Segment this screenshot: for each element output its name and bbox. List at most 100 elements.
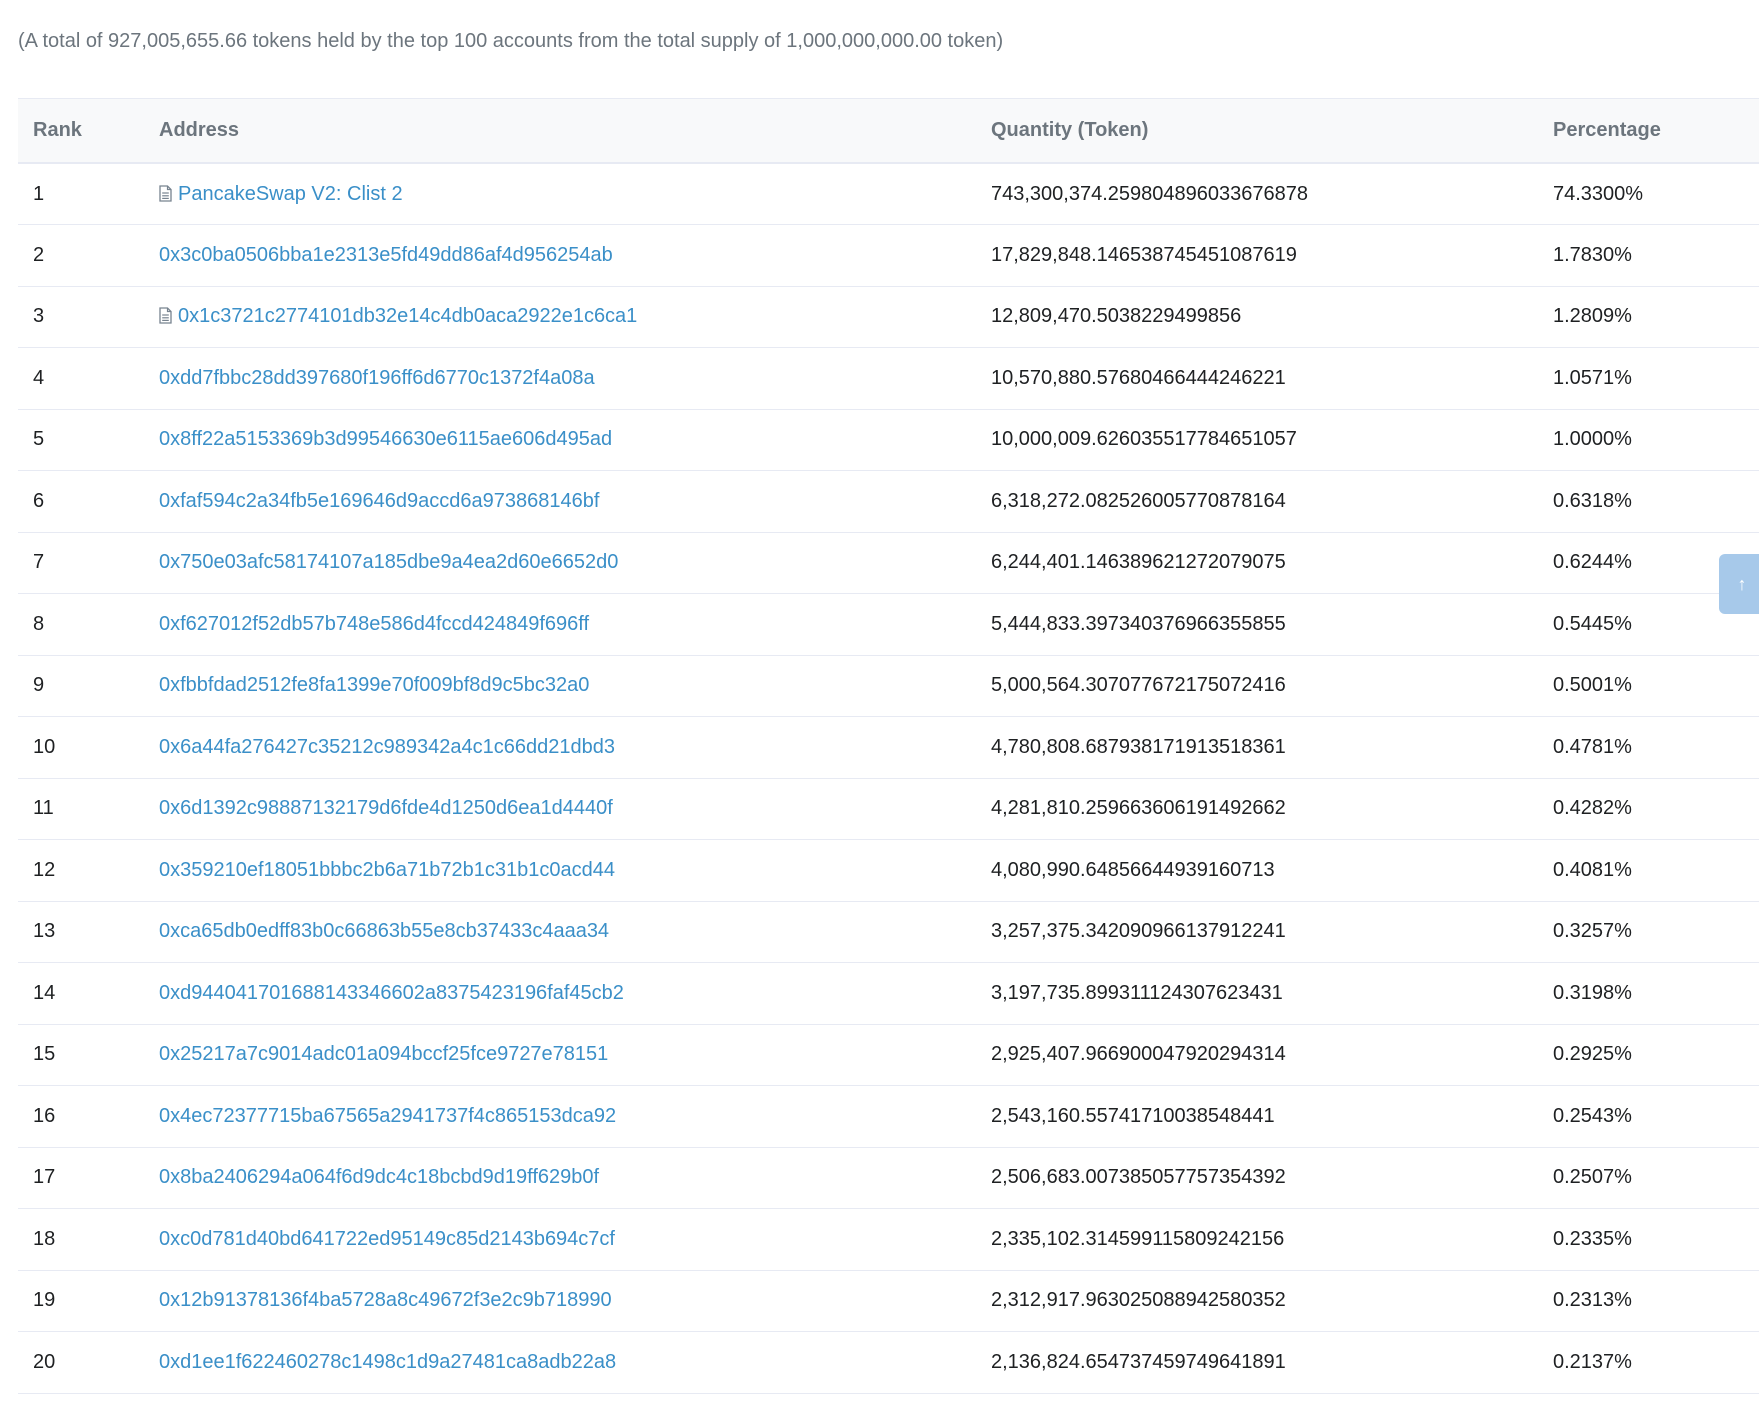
address-cell: 0x750e03afc58174107a185dbe9a4ea2d60e6652…: [144, 532, 976, 594]
table-row: 2 0x3c0ba0506bba1e2313e5fd49dd86af4d95625…: [18, 224, 1759, 287]
holder-address-link[interactable]: 0xd944041701688143346602a8375423196faf45…: [159, 982, 624, 1004]
address-cell: 0xca65db0edff83b0c66863b55e8cb37433c4aaa…: [144, 901, 976, 963]
holder-address-link[interactable]: 0x8ff22a5153369b3d99546630e6115ae606d495…: [159, 428, 612, 450]
percentage-cell: 0.2925%: [1538, 1024, 1759, 1086]
percentage-cell: 1.0571%: [1538, 347, 1759, 410]
quantity-cell: 2,335,102.314599115809242156: [976, 1208, 1538, 1271]
quantity-cell: 5,444,833.397340376966355855: [976, 593, 1538, 656]
rank-cell: 1: [18, 163, 144, 225]
table-row: 16 0x4ec72377715ba67565a2941737f4c865153d…: [18, 1085, 1759, 1148]
rank-cell: 20: [18, 1331, 144, 1394]
holder-address-link[interactable]: 0xfaf594c2a34fb5e169646d9accd6a973868146…: [159, 490, 599, 512]
table-row: 11 0x6d1392c98887132179d6fde4d1250d6ea1d4…: [18, 778, 1759, 840]
table-body: 1 PancakeSwap V2: Clist 2 743,300,374.2598…: [18, 163, 1759, 1394]
rank-cell: 3: [18, 286, 144, 348]
table-row: 9 0xfbbfdad2512fe8fa1399e70f009bf8d9c5bc3…: [18, 655, 1759, 717]
rank-cell: 15: [18, 1024, 144, 1086]
quantity-cell: 5,000,564.307077672175072416: [976, 655, 1538, 717]
holder-address-link[interactable]: 0xd1ee1f622460278c1498c1d9a27481ca8adb22…: [159, 1351, 616, 1373]
table-row: 6 0xfaf594c2a34fb5e169646d9accd6a97386814…: [18, 470, 1759, 533]
holder-address-link[interactable]: 0x6d1392c98887132179d6fde4d1250d6ea1d444…: [159, 797, 613, 819]
table-row: 8 0xf627012f52db57b748e586d4fccd424849f69…: [18, 593, 1759, 656]
scroll-to-top-button[interactable]: ↑: [1719, 554, 1759, 614]
table-row: 4 0xdd7fbbc28dd397680f196ff6d6770c1372f4a…: [18, 347, 1759, 410]
file-text-icon: [159, 307, 172, 324]
table-row: 14 0xd944041701688143346602a8375423196faf…: [18, 962, 1759, 1025]
table-row: 18 0xc0d781d40bd641722ed95149c85d2143b694…: [18, 1208, 1759, 1271]
quantity-cell: 6,244,401.146389621272079075: [976, 532, 1538, 594]
address-cell: 0x6a44fa276427c35212c989342a4c1c66dd21db…: [144, 716, 976, 779]
table-row: 13 0xca65db0edff83b0c66863b55e8cb37433c4a…: [18, 901, 1759, 963]
percentage-cell: 0.2335%: [1538, 1208, 1759, 1271]
table-row: 1 PancakeSwap V2: Clist 2 743,300,374.2598…: [18, 163, 1759, 225]
holder-address-link[interactable]: 0x12b91378136f4ba5728a8c49672f3e2c9b7189…: [159, 1289, 612, 1311]
header-rank: Rank: [18, 98, 144, 164]
address-cell: 0xc0d781d40bd641722ed95149c85d2143b694c7…: [144, 1208, 976, 1271]
table-row: 12 0x359210ef18051bbbc2b6a71b72b1c31b1c0a…: [18, 839, 1759, 902]
address-cell: 0x8ff22a5153369b3d99546630e6115ae606d495…: [144, 409, 976, 471]
holder-address-link[interactable]: 0x359210ef18051bbbc2b6a71b72b1c31b1c0acd…: [159, 859, 615, 881]
quantity-cell: 3,197,735.899311124307623431: [976, 962, 1538, 1025]
address-cell: 0xfaf594c2a34fb5e169646d9accd6a973868146…: [144, 470, 976, 533]
rank-cell: 9: [18, 655, 144, 717]
percentage-cell: 0.4282%: [1538, 778, 1759, 840]
holder-address-link[interactable]: 0x8ba2406294a064f6d9dc4c18bcbd9d19ff629b…: [159, 1166, 599, 1188]
holder-address-link[interactable]: 0x25217a7c9014adc01a094bccf25fce9727e781…: [159, 1043, 608, 1065]
rank-cell: 10: [18, 716, 144, 779]
header-quantity: Quantity (Token): [976, 98, 1538, 164]
holder-address-link[interactable]: 0x1c3721c2774101db32e14c4db0aca2922e1c6c…: [178, 305, 637, 327]
holder-address-link[interactable]: 0xf627012f52db57b748e586d4fccd424849f696…: [159, 613, 589, 635]
rank-cell: 13: [18, 901, 144, 963]
percentage-cell: 74.3300%: [1538, 163, 1759, 225]
quantity-cell: 3,257,375.342090966137912241: [976, 901, 1538, 963]
holder-address-link[interactable]: 0xc0d781d40bd641722ed95149c85d2143b694c7…: [159, 1228, 615, 1250]
address-cell: 0x4ec72377715ba67565a2941737f4c865153dca…: [144, 1085, 976, 1148]
address-cell: 0xd1ee1f622460278c1498c1d9a27481ca8adb22…: [144, 1331, 976, 1394]
quantity-cell: 743,300,374.259804896033676878: [976, 163, 1538, 225]
holder-address-link[interactable]: 0x6a44fa276427c35212c989342a4c1c66dd21db…: [159, 736, 615, 758]
token-holders-table: Rank Address Quantity (Token) Percentage…: [18, 98, 1759, 1394]
quantity-cell: 4,080,990.64856644939160713: [976, 839, 1538, 902]
rank-cell: 19: [18, 1270, 144, 1332]
arrow-up-icon: ↑: [1737, 574, 1747, 594]
address-cell: 0x12b91378136f4ba5728a8c49672f3e2c9b7189…: [144, 1270, 976, 1332]
address-cell: 0x8ba2406294a064f6d9dc4c18bcbd9d19ff629b…: [144, 1147, 976, 1209]
table-row: 7 0x750e03afc58174107a185dbe9a4ea2d60e665…: [18, 532, 1759, 594]
rank-cell: 7: [18, 532, 144, 594]
table-row: 20 0xd1ee1f622460278c1498c1d9a27481ca8adb…: [18, 1331, 1759, 1394]
rank-cell: 4: [18, 347, 144, 410]
percentage-cell: 0.2137%: [1538, 1331, 1759, 1394]
percentage-cell: 0.4781%: [1538, 716, 1759, 779]
quantity-cell: 2,543,160.55741710038548441: [976, 1085, 1538, 1148]
table-row: 15 0x25217a7c9014adc01a094bccf25fce9727e7…: [18, 1024, 1759, 1086]
address-cell: 0x3c0ba0506bba1e2313e5fd49dd86af4d956254…: [144, 224, 976, 287]
holder-address-link[interactable]: 0xca65db0edff83b0c66863b55e8cb37433c4aaa…: [159, 920, 609, 942]
rank-cell: 5: [18, 409, 144, 471]
rank-cell: 12: [18, 839, 144, 902]
quantity-cell: 2,925,407.966900047920294314: [976, 1024, 1538, 1086]
holder-address-link[interactable]: PancakeSwap V2: Clist 2: [178, 183, 403, 205]
quantity-cell: 4,780,808.687938171913518361: [976, 716, 1538, 779]
quantity-cell: 17,829,848.146538745451087619: [976, 224, 1538, 287]
table-row: 3 0x1c3721c2774101db32e14c4db0aca2922e1c6…: [18, 286, 1759, 348]
address-cell: 0xfbbfdad2512fe8fa1399e70f009bf8d9c5bc32…: [144, 655, 976, 717]
quantity-cell: 10,570,880.57680466444246221: [976, 347, 1538, 410]
rank-cell: 16: [18, 1085, 144, 1148]
address-cell: 0x1c3721c2774101db32e14c4db0aca2922e1c6c…: [144, 286, 976, 348]
holder-address-link[interactable]: 0x750e03afc58174107a185dbe9a4ea2d60e6652…: [159, 551, 618, 573]
address-cell: 0xd944041701688143346602a8375423196faf45…: [144, 962, 976, 1025]
rank-cell: 18: [18, 1208, 144, 1271]
quantity-cell: 12,809,470.5038229499856: [976, 286, 1538, 348]
holder-address-link[interactable]: 0x3c0ba0506bba1e2313e5fd49dd86af4d956254…: [159, 244, 613, 266]
percentage-cell: 1.7830%: [1538, 224, 1759, 287]
table-row: 10 0x6a44fa276427c35212c989342a4c1c66dd21…: [18, 716, 1759, 779]
header-percentage: Percentage: [1538, 98, 1759, 164]
quantity-cell: 2,136,824.654737459749641891: [976, 1331, 1538, 1394]
holder-address-link[interactable]: 0x4ec72377715ba67565a2941737f4c865153dca…: [159, 1105, 616, 1127]
percentage-cell: 1.2809%: [1538, 286, 1759, 348]
quantity-cell: 2,312,917.963025088942580352: [976, 1270, 1538, 1332]
holder-address-link[interactable]: 0xfbbfdad2512fe8fa1399e70f009bf8d9c5bc32…: [159, 674, 589, 696]
address-cell: PancakeSwap V2: Clist 2: [144, 163, 976, 225]
rank-cell: 6: [18, 470, 144, 533]
holder-address-link[interactable]: 0xdd7fbbc28dd397680f196ff6d6770c1372f4a0…: [159, 367, 595, 389]
